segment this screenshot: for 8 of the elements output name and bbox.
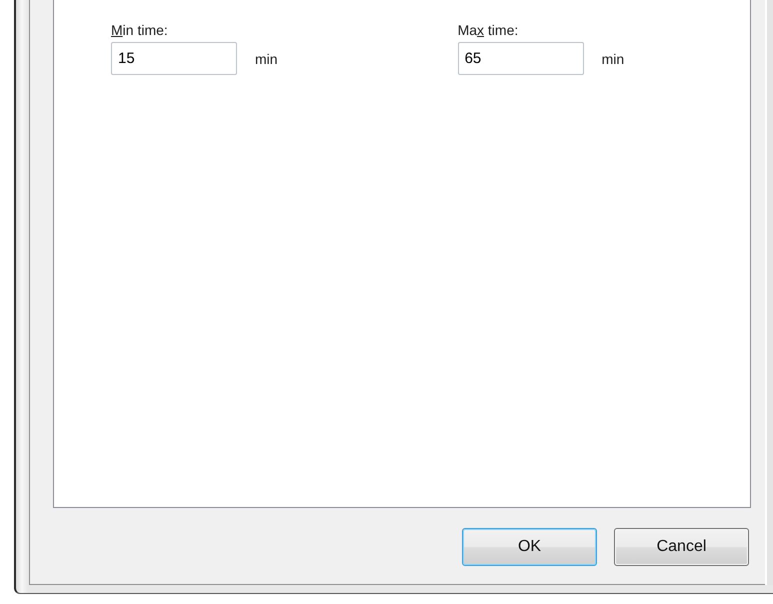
field-label: Max time:: [458, 22, 520, 38]
unit-label: min: [602, 50, 624, 66]
time-input[interactable]: 65: [458, 42, 584, 75]
time-input[interactable]: 15: [111, 42, 237, 75]
unit-label: min: [255, 50, 278, 66]
ok-button[interactable]: OK: [462, 528, 597, 566]
field-label: Min time:: [111, 22, 169, 38]
cancel-button[interactable]: Cancel: [614, 528, 749, 566]
